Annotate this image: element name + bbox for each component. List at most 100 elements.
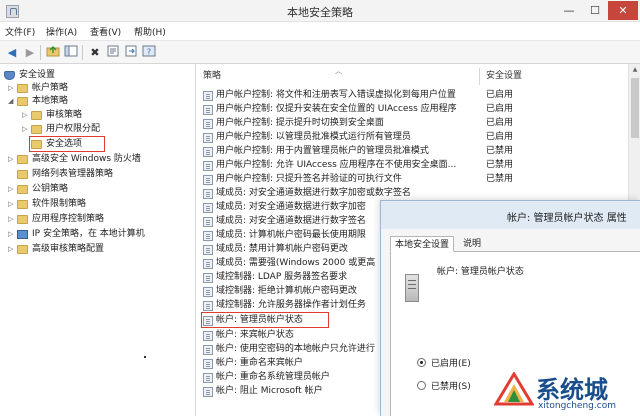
tree-item-label: 高级审核策略配置 — [32, 244, 105, 254]
watermark-url: xitongcheng.com — [538, 401, 616, 411]
minimize-button[interactable]: — — [556, 1, 582, 20]
svg-text:?: ? — [147, 48, 151, 57]
expand-arrow-icon[interactable]: ▷ — [8, 183, 16, 196]
table-row[interactable]: 用户帐户控制: 将文件和注册表写入错误虚拟化到每用户位置 已启用 — [197, 89, 627, 102]
delete-icon[interactable]: ✖ — [87, 45, 103, 60]
table-row[interactable]: 用户帐户控制: 提示提升时切换到安全桌面 已启用 — [197, 117, 627, 130]
help-icon[interactable]: ? — [141, 45, 157, 60]
policy-icon — [203, 217, 213, 227]
tab-local-security-setting[interactable]: 本地安全设置 — [390, 236, 455, 252]
menu-file[interactable]: 文件(F) — [5, 25, 35, 38]
scroll-thumb[interactable] — [631, 78, 639, 138]
properties-icon[interactable] — [105, 45, 121, 60]
folder-icon — [17, 170, 28, 179]
show-hide-tree-icon[interactable] — [63, 45, 79, 60]
column-header-setting[interactable]: 安全设置 — [486, 68, 522, 85]
policy-icon — [203, 387, 213, 397]
policy-setting: 已启用 — [486, 132, 514, 142]
enabled-radio[interactable] — [417, 358, 426, 367]
disabled-radio[interactable] — [417, 381, 426, 390]
back-icon[interactable]: ◀ — [4, 45, 20, 60]
menu-help[interactable]: 帮助(H) — [134, 25, 166, 38]
menu-action[interactable]: 操作(A) — [46, 25, 77, 38]
policy-icon — [203, 119, 213, 129]
dialog-title: 帐户: 管理员帐户状态 属性 — [507, 213, 627, 224]
table-row[interactable]: 域成员: 对安全通道数据进行数字加密或数字签名 — [197, 187, 627, 200]
expand-arrow-icon[interactable]: ▷ — [8, 198, 16, 211]
policy-name: 用户帐户控制: 允许 UIAccess 应用程序在不使用安全桌面... — [216, 160, 457, 170]
forward-icon[interactable]: ▶ — [22, 45, 38, 60]
highlight-box — [201, 312, 329, 328]
policy-icon — [203, 301, 213, 311]
policy-icon — [203, 373, 213, 383]
folder-icon — [17, 84, 28, 93]
folder-icon — [17, 245, 28, 254]
tree-root-label: 安全设置 — [19, 70, 56, 80]
policy-setting: 已禁用 — [486, 160, 514, 170]
tree-item-label: 软件限制策略 — [32, 199, 87, 209]
policy-icon — [203, 133, 213, 143]
policy-setting: 已启用 — [486, 118, 514, 128]
tree-item-label: IP 安全策略，在 本地计算机 — [32, 229, 145, 239]
toolbar: ◀ ▶ ✖ ? — [0, 40, 640, 64]
table-row[interactable]: 用户帐户控制: 以管理员批准模式运行所有管理员 已启用 — [197, 131, 627, 144]
policy-icon — [203, 345, 213, 355]
close-button[interactable]: ✕ — [608, 1, 638, 20]
expand-arrow-icon[interactable]: ▷ — [8, 153, 16, 166]
folder-open-icon — [17, 97, 28, 106]
folder-icon — [31, 111, 42, 120]
expand-arrow-icon[interactable]: ▷ — [8, 228, 16, 241]
expand-arrow-icon[interactable]: ▷ — [8, 243, 16, 256]
column-header-policy[interactable]: 策略 — [203, 68, 221, 85]
expand-arrow-icon[interactable]: ▷ — [8, 82, 16, 95]
security-settings-icon — [4, 71, 15, 80]
export-icon[interactable] — [123, 45, 139, 60]
policy-setting: 已禁用 — [486, 174, 514, 184]
tree-item-label: 高级安全 Windows 防火墙 — [32, 154, 141, 164]
tree-item-label: 审核策略 — [46, 110, 83, 120]
policy-icon — [203, 175, 213, 185]
tree-item-label: 帐户策略 — [32, 83, 69, 93]
dialog-title-bar[interactable]: 帐户: 管理员帐户状态 属性 — [381, 201, 640, 229]
expand-arrow-icon[interactable]: ▷ — [8, 213, 16, 226]
policy-icon — [203, 147, 213, 157]
policy-icon — [203, 189, 213, 199]
policy-icon — [203, 359, 213, 369]
policy-name: 用户帐户控制: 以管理员批准模式运行所有管理员 — [216, 132, 411, 142]
scroll-up-icon[interactable]: ▲ — [629, 64, 640, 76]
watermark-logo-icon — [494, 372, 534, 406]
tree-item-label: 网络列表管理器策略 — [32, 169, 114, 179]
policy-icon — [203, 231, 213, 241]
up-folder-icon[interactable] — [45, 45, 61, 60]
table-row[interactable]: 用户帐户控制: 仅提升安装在安全位置的 UIAccess 应用程序 已启用 — [197, 103, 627, 116]
enabled-radio-label[interactable]: 已启用(E) — [431, 356, 471, 369]
policy-name: 用户帐户控制: 仅提升安装在安全位置的 UIAccess 应用程序 — [216, 104, 457, 114]
server-icon — [405, 274, 419, 302]
title-bar: 本地安全策略 — ☐ ✕ — [0, 0, 640, 22]
menu-view[interactable]: 查看(V) — [90, 25, 121, 38]
tab-explain[interactable]: 说明 — [459, 236, 485, 252]
table-row[interactable]: 用户帐户控制: 用于内置管理员帐户的管理员批准模式 已禁用 — [197, 145, 627, 158]
folder-icon — [31, 125, 42, 134]
tree-item-label: 应用程序控制策略 — [32, 214, 105, 224]
expand-arrow-icon[interactable]: ▷ — [22, 109, 30, 122]
policy-name: 用户帐户控制: 用于内置管理员帐户的管理员批准模式 — [216, 146, 429, 156]
collapse-arrow-icon[interactable]: ◢ — [8, 95, 16, 108]
disabled-radio-label[interactable]: 已禁用(S) — [431, 379, 471, 392]
maximize-button[interactable]: ☐ — [582, 1, 608, 20]
policy-icon — [203, 273, 213, 283]
column-divider[interactable] — [479, 68, 480, 85]
watermark: 系统城 xitongcheng.com — [494, 370, 640, 416]
tree-item-label: 本地策略 — [32, 96, 69, 106]
menu-bar: 文件(F) 操作(A) 查看(V) 帮助(H) — [0, 22, 640, 40]
table-row[interactable]: 用户帐户控制: 只提升签名并验证的可执行文件 已禁用 — [197, 173, 627, 186]
folder-icon — [17, 215, 28, 224]
folder-icon — [17, 155, 28, 164]
policy-setting: 已启用 — [486, 104, 514, 114]
computer-icon — [17, 230, 28, 239]
table-row[interactable]: 用户帐户控制: 允许 UIAccess 应用程序在不使用安全桌面... 已禁用 — [197, 159, 627, 172]
expand-arrow-icon[interactable]: ▷ — [22, 123, 30, 136]
policy-icon — [203, 105, 213, 115]
toolbar-separator — [40, 45, 41, 60]
folder-icon — [17, 185, 28, 194]
